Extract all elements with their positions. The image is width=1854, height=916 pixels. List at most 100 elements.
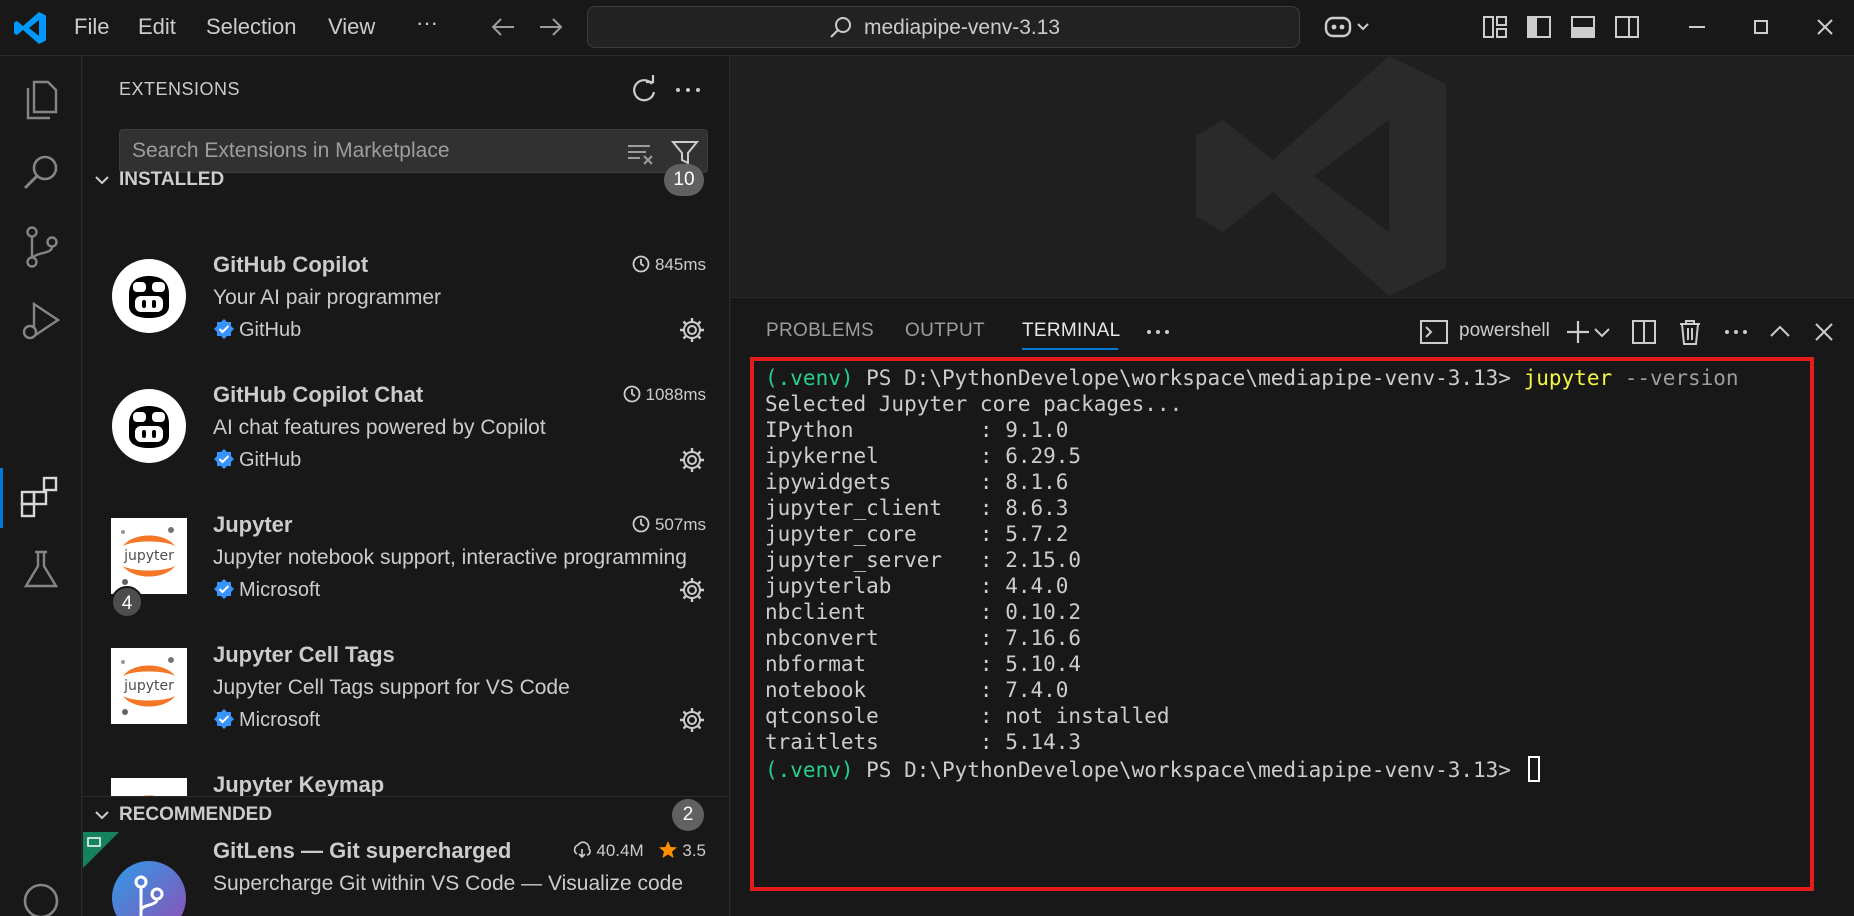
- package-line: nbclient : 0.10.2: [765, 600, 1082, 624]
- activation-time-value: 1088ms: [645, 385, 706, 404]
- more-actions-icon[interactable]: [672, 74, 704, 106]
- extension-description: Jupyter Cell Tags support for VS Code: [213, 676, 570, 699]
- maximize-icon[interactable]: [1746, 12, 1776, 42]
- terminal-header-line: Selected Jupyter core packages...: [765, 392, 1183, 416]
- menu-selection[interactable]: Selection: [206, 14, 297, 40]
- rating-value: 3.5: [682, 841, 706, 860]
- command-name: jupyter: [1523, 366, 1613, 390]
- accounts-icon[interactable]: [16, 876, 66, 916]
- package-line: ipywidgets : 8.1.6: [765, 470, 1069, 494]
- recommended-section-header[interactable]: RECOMMENDED 2: [83, 796, 729, 832]
- package-line: IPython : 9.1.0: [765, 418, 1069, 442]
- extension-item-jupyter[interactable]: jupyter 4 Jupyter 507ms Jupyter notebook…: [83, 506, 729, 636]
- activation-time: 1088ms: [622, 384, 706, 405]
- manage-gear-icon[interactable]: [678, 706, 706, 734]
- close-icon[interactable]: [1810, 12, 1840, 42]
- close-panel-icon[interactable]: [1808, 316, 1840, 348]
- search-icon: [830, 17, 851, 38]
- chevron-down-icon: [95, 176, 109, 185]
- menu-edit[interactable]: Edit: [138, 14, 176, 40]
- activation-time: 845ms: [631, 254, 706, 275]
- history-icon: [632, 255, 650, 273]
- publisher-name: Microsoft: [239, 709, 321, 731]
- prompt-path: PS D:\PythonDevelope\workspace\mediapipe…: [853, 366, 1524, 390]
- gitlens-icon: [112, 861, 186, 916]
- tab-problems[interactable]: PROBLEMS: [766, 320, 874, 342]
- publisher-name: GitHub: [239, 449, 302, 471]
- more-views-icon[interactable]: [1142, 316, 1174, 348]
- manage-gear-icon[interactable]: [678, 576, 706, 604]
- extension-item-gitlens[interactable]: GitLens — Git supercharged 40.4M 3.5 Sup…: [83, 832, 729, 916]
- forward-arrow-icon[interactable]: [534, 10, 568, 44]
- manage-gear-icon[interactable]: [678, 446, 706, 474]
- maximize-panel-icon[interactable]: [1764, 316, 1796, 348]
- tab-output[interactable]: OUTPUT: [905, 320, 985, 342]
- testing-icon[interactable]: [16, 544, 66, 594]
- package-line: jupyter_core : 5.7.2: [765, 522, 1069, 546]
- menu-view[interactable]: View: [328, 14, 375, 40]
- extension-name: GitLens — Git supercharged: [213, 838, 512, 863]
- jupyter-icon: jupyter: [111, 518, 187, 594]
- active-tab-indicator: [1022, 348, 1118, 350]
- extension-item-github-copilot-chat[interactable]: GitHub Copilot Chat 1088ms AI chat featu…: [83, 376, 729, 506]
- tab-terminal[interactable]: TERMINAL: [1022, 320, 1120, 342]
- activation-time-value: 507ms: [654, 515, 706, 534]
- trash-icon[interactable]: [1674, 316, 1706, 348]
- extension-item-github-copilot[interactable]: GitHub Copilot 845ms Your AI pair progra…: [83, 246, 729, 376]
- extension-name: Jupyter: [213, 512, 293, 537]
- minimize-icon[interactable]: [1682, 12, 1712, 42]
- search-icon[interactable]: [16, 148, 66, 198]
- notification-count-badge: 4: [111, 586, 143, 618]
- package-line: nbformat : 5.10.4: [765, 652, 1082, 676]
- manage-gear-icon[interactable]: [678, 316, 706, 344]
- publisher-name: GitHub: [239, 319, 302, 341]
- chevron-down-icon[interactable]: [1592, 316, 1612, 348]
- terminal-shell-name[interactable]: powershell: [1459, 320, 1550, 342]
- verified-publisher-icon: [214, 709, 234, 729]
- activation-time: 507ms: [631, 514, 706, 535]
- copilot-menu-icon[interactable]: [1322, 12, 1372, 42]
- extension-item-jupyter-cell-tags[interactable]: jupyter Jupyter Cell Tags Jupyter Cell T…: [83, 636, 729, 766]
- bottom-panel: PROBLEMS OUTPUT TERMINAL powershell (.ve…: [731, 297, 1854, 916]
- recommended-label: RECOMMENDED: [119, 804, 273, 825]
- extensions-icon[interactable]: [16, 470, 66, 520]
- package-line: qtconsole : not installed: [765, 704, 1170, 728]
- prompt-path: PS D:\PythonDevelope\workspace\mediapipe…: [853, 758, 1524, 782]
- extension-description: Jupyter notebook support, interactive pr…: [213, 546, 687, 569]
- command-center[interactable]: mediapipe-venv-3.13: [587, 6, 1300, 48]
- extension-publisher: GitHub: [213, 318, 301, 342]
- history-icon: [623, 385, 640, 403]
- source-control-icon[interactable]: [16, 222, 66, 272]
- extension-name: GitHub Copilot: [213, 252, 369, 277]
- extension-publisher: GitHub: [213, 448, 301, 472]
- back-arrow-icon[interactable]: [486, 10, 520, 44]
- toggle-primary-sidebar-icon[interactable]: [1524, 12, 1554, 42]
- activity-bar: [0, 56, 82, 916]
- refresh-icon[interactable]: [628, 74, 660, 106]
- copilot-icon: [112, 389, 186, 463]
- terminal-output[interactable]: (.venv) PS D:\PythonDevelope\workspace\m…: [751, 360, 1843, 900]
- extensions-sidebar: EXTENSIONS INSTALLED 10 GitHub Copil: [83, 56, 730, 916]
- package-line: nbconvert : 7.16.6: [765, 626, 1082, 650]
- recommended-count-badge: 2: [672, 799, 704, 831]
- more-actions-icon[interactable]: [1720, 316, 1752, 348]
- toggle-secondary-sidebar-icon[interactable]: [1612, 12, 1642, 42]
- toggle-panel-icon[interactable]: [1568, 12, 1598, 42]
- run-debug-icon[interactable]: [16, 296, 66, 346]
- venv-indicator: (.venv): [765, 366, 854, 390]
- package-line: jupyter_client : 8.6.3: [765, 496, 1069, 520]
- extension-publisher: Microsoft: [213, 708, 320, 732]
- new-terminal-plus-icon[interactable]: [1562, 316, 1594, 348]
- copilot-icon: [112, 259, 186, 333]
- menu-file[interactable]: File: [74, 14, 109, 40]
- venv-indicator: (.venv): [765, 758, 854, 782]
- split-terminal-icon[interactable]: [1628, 316, 1660, 348]
- star-icon: [659, 841, 678, 858]
- menu-more[interactable]: ···: [416, 10, 438, 36]
- verified-publisher-icon: [214, 579, 234, 599]
- explorer-icon[interactable]: [16, 74, 66, 124]
- extension-name: Jupyter Cell Tags: [213, 642, 395, 667]
- customize-layout-icon[interactable]: [1480, 12, 1510, 42]
- installed-section-header[interactable]: INSTALLED 10: [83, 162, 729, 198]
- editor-area: [731, 56, 1854, 296]
